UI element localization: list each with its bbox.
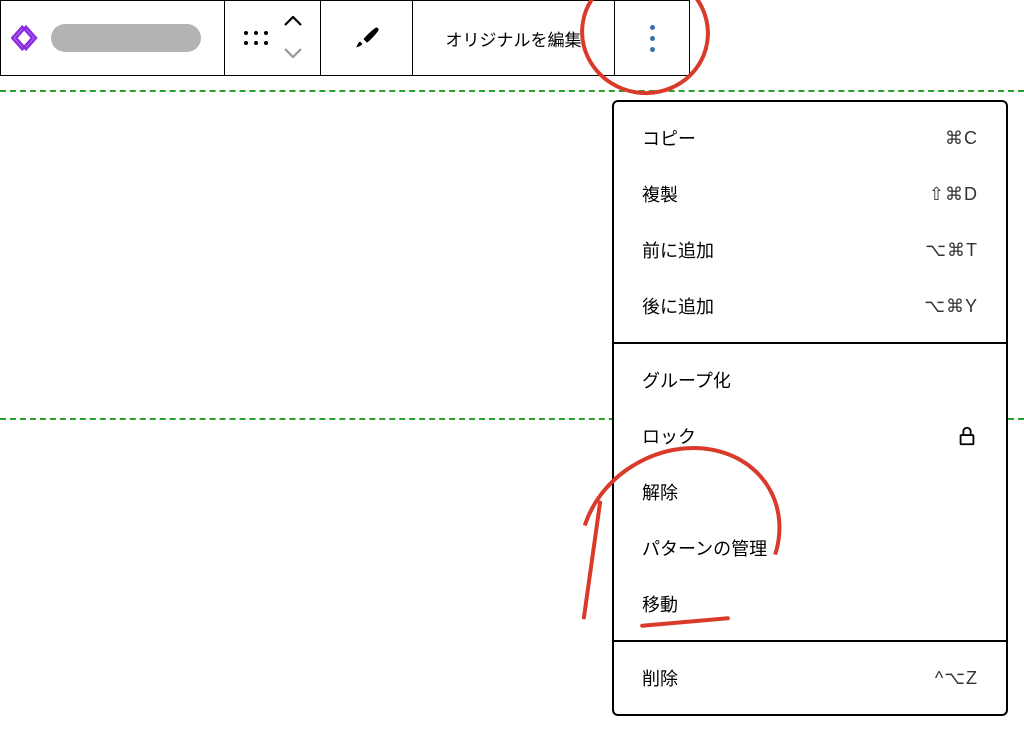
annotation-stroke — [582, 500, 603, 619]
menu-label: 複製 — [642, 181, 678, 207]
drag-handle-icon[interactable] — [244, 31, 268, 45]
edit-original-label: オリジナルを編集 — [446, 26, 582, 51]
move-down-button[interactable] — [284, 45, 302, 63]
menu-item-insert-after[interactable]: 後に追加 ⌥⌘Y — [614, 278, 1006, 334]
edit-original-button[interactable]: オリジナルを編集 — [413, 1, 615, 75]
menu-label: 後に追加 — [642, 293, 714, 319]
menu-shortcut: ⌘C — [945, 128, 978, 149]
pattern-block-icon — [11, 23, 41, 53]
menu-shortcut: ⇧⌘D — [929, 184, 978, 205]
menu-label: コピー — [642, 125, 696, 151]
lock-icon — [956, 425, 978, 447]
move-up-button[interactable] — [284, 13, 302, 31]
block-toolbar: オリジナルを編集 — [0, 0, 690, 76]
block-name-placeholder — [51, 24, 201, 52]
menu-item-insert-before[interactable]: 前に追加 ⌥⌘T — [614, 222, 1006, 278]
menu-group-3: 削除 ^⌥Z — [614, 642, 1006, 714]
menu-item-detach[interactable]: 解除 — [614, 464, 1006, 520]
brush-icon — [353, 24, 381, 52]
menu-item-duplicate[interactable]: 複製 ⇧⌘D — [614, 166, 1006, 222]
menu-label: 移動 — [642, 591, 678, 617]
menu-shortcut: ^⌥Z — [935, 668, 978, 689]
block-mover-cell — [225, 1, 321, 75]
menu-label: 前に追加 — [642, 237, 714, 263]
menu-item-group[interactable]: グループ化 — [614, 352, 1006, 408]
menu-item-delete[interactable]: 削除 ^⌥Z — [614, 650, 1006, 706]
menu-group-2: グループ化 ロック 解除 パターンの管理 移動 — [614, 344, 1006, 642]
menu-label: ロック — [642, 423, 696, 449]
menu-label: グループ化 — [642, 367, 731, 393]
menu-label: パターンの管理 — [642, 535, 767, 561]
menu-item-copy[interactable]: コピー ⌘C — [614, 110, 1006, 166]
menu-label: 解除 — [642, 479, 678, 505]
menu-label: 削除 — [642, 665, 678, 691]
more-options-button[interactable] — [615, 1, 689, 75]
block-type-cell[interactable] — [1, 1, 225, 75]
menu-shortcut: ⌥⌘T — [925, 240, 978, 261]
menu-item-lock[interactable]: ロック — [614, 408, 1006, 464]
styles-button[interactable] — [321, 1, 413, 75]
menu-item-manage-patterns[interactable]: パターンの管理 — [614, 520, 1006, 576]
menu-group-1: コピー ⌘C 複製 ⇧⌘D 前に追加 ⌥⌘T 後に追加 ⌥⌘Y — [614, 102, 1006, 344]
menu-shortcut: ⌥⌘Y — [924, 296, 978, 317]
kebab-icon — [650, 25, 655, 52]
